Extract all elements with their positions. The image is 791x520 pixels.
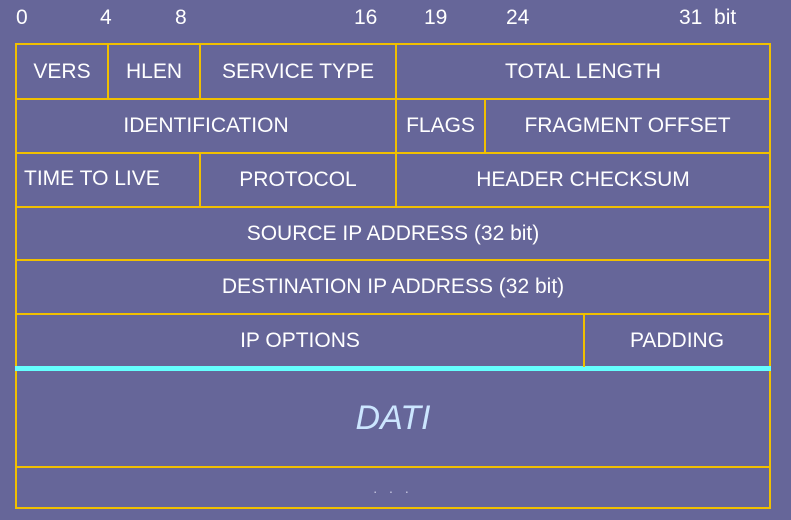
- bit-label-0: 0: [16, 6, 28, 29]
- bit-label-19: 19: [424, 6, 448, 29]
- field-identification: IDENTIFICATION: [123, 114, 289, 137]
- field-flags: FLAGS: [406, 114, 475, 137]
- bit-label-31: 31 bit: [679, 6, 737, 29]
- field-hlen: HLEN: [125, 59, 183, 83]
- field-protocol: PROTOCOL: [239, 168, 357, 191]
- field-vers: VERS: [33, 59, 91, 83]
- bit-label-24: 24: [506, 6, 530, 29]
- continuation-ellipsis: . . .: [373, 479, 413, 496]
- field-destination-ip-address: DESTINATION IP ADDRESS (32 bit): [221, 275, 565, 298]
- bit-label-4: 4: [100, 6, 112, 29]
- field-time-to-live: TIME TO LIVE: [24, 167, 160, 190]
- bit-label-16: 16: [354, 6, 378, 29]
- field-total-length: TOTAL LENGTH: [505, 59, 661, 83]
- field-service-type: SERVICE TYPE: [221, 59, 375, 83]
- field-header-checksum: HEADER CHECKSUM: [476, 168, 690, 191]
- field-fragment-offset: FRAGMENT OFFSET: [524, 114, 731, 137]
- data-section-label: DATI: [355, 399, 431, 437]
- bit-label-8: 8: [175, 6, 187, 29]
- field-padding: PADDING: [629, 328, 725, 352]
- field-ip-options: IP OPTIONS: [240, 328, 360, 352]
- field-source-ip-address: SOURCE IP ADDRESS (32 bit): [246, 221, 540, 245]
